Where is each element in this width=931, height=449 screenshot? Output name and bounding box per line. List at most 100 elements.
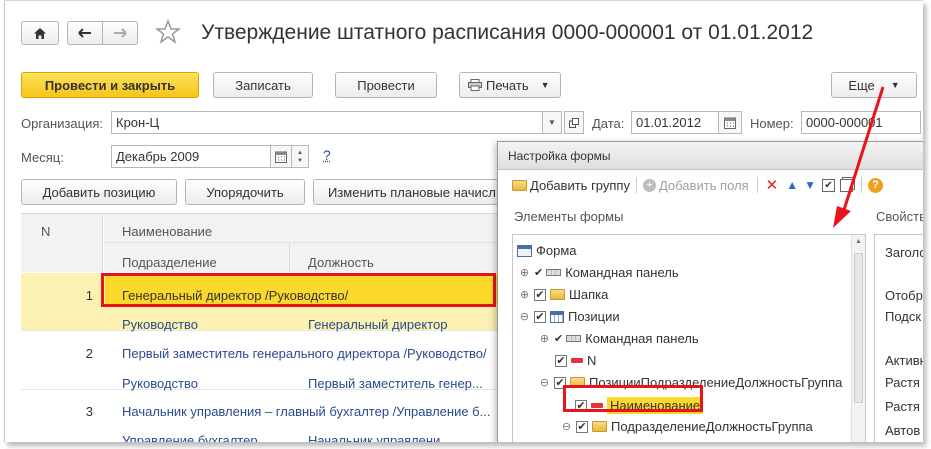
- collapse-minus-icon[interactable]: ⊖: [561, 420, 572, 433]
- scrollbar-thumb[interactable]: [854, 253, 863, 403]
- header-n-label: N: [41, 224, 51, 239]
- properties-label: Свойства: [876, 209, 923, 224]
- month-label: Месяц:: [21, 150, 64, 165]
- change-planned-label: Изменить плановые начисл: [328, 184, 496, 200]
- tree-item-command-bar[interactable]: ⊕ ✔ Командная панель: [519, 265, 679, 280]
- form-settings-window: Настройка формы Добавить группу + Добави…: [497, 141, 923, 442]
- save-button[interactable]: Записать: [213, 72, 313, 98]
- stepper-down-icon[interactable]: ▼: [297, 157, 303, 165]
- tree-item-n[interactable]: ✔ N: [555, 353, 596, 368]
- month-calendar-button[interactable]: [270, 145, 292, 168]
- post-and-close-button[interactable]: Провести и закрыть: [21, 72, 199, 98]
- add-position-button[interactable]: Добавить позицию: [21, 179, 177, 205]
- add-group-label: Добавить группу: [530, 177, 630, 193]
- help-link[interactable]: ?: [323, 147, 331, 163]
- back-button[interactable]: [67, 21, 103, 45]
- collapse-minus-icon[interactable]: ⊖: [519, 310, 530, 323]
- folder-add-icon: [512, 179, 527, 191]
- row-position: Первый заместитель генер...: [308, 376, 483, 391]
- highlight-callout: [101, 273, 496, 307]
- toolbar-separator: [861, 177, 863, 193]
- move-up-icon[interactable]: ▲: [786, 178, 798, 192]
- row-department: Руководство: [122, 317, 198, 332]
- scroll-up-icon[interactable]: ▲: [852, 238, 865, 245]
- tree-item-dept-position-subgroup[interactable]: ⊖ ✔ ПодразделениеДолжностьГруппа: [561, 419, 813, 434]
- home-icon: [34, 27, 46, 39]
- property-label: Активн: [885, 353, 923, 368]
- organization-label: Организация:: [21, 116, 104, 131]
- arrow-right-icon: [114, 28, 127, 38]
- row-number: 3: [85, 404, 93, 419]
- header-name[interactable]: Наименование: [104, 214, 504, 243]
- change-planned-button[interactable]: Изменить плановые начисл: [313, 179, 509, 205]
- row-name: Первый заместитель генерального директор…: [122, 346, 487, 361]
- tree-item-header[interactable]: ⊕ ✔ Шапка: [519, 287, 609, 302]
- tree-checkbox[interactable]: ✔: [534, 288, 546, 301]
- header-department[interactable]: Подразделение: [104, 243, 290, 272]
- tree-item-label: N: [587, 353, 597, 368]
- month-stepper[interactable]: ▲ ▼: [291, 145, 309, 168]
- expand-plus-icon[interactable]: ⊕: [519, 288, 530, 301]
- tree-checkbox[interactable]: ✔: [576, 420, 588, 433]
- favorite-star-icon[interactable]: [154, 18, 182, 48]
- tree-item-form[interactable]: Форма: [517, 243, 577, 258]
- tree-checkbox[interactable]: ✔: [555, 354, 567, 367]
- print-button[interactable]: Печать ▼: [459, 72, 561, 98]
- highlight-callout: [563, 385, 703, 412]
- stepper-up-icon[interactable]: ▲: [297, 149, 303, 157]
- tree-item-label: Форма: [536, 243, 577, 258]
- tree-checkbox[interactable]: ✔: [534, 310, 546, 323]
- add-fields-button[interactable]: + Добавить поля: [642, 177, 749, 193]
- property-label: Подск: [885, 309, 922, 324]
- tree-scrollbar[interactable]: ▲: [851, 235, 865, 442]
- folder-icon: [592, 421, 607, 432]
- organization-field[interactable]: Крон-Ц: [111, 111, 543, 134]
- forward-button[interactable]: [102, 21, 138, 45]
- row-number: 1: [85, 288, 93, 303]
- chevron-down-icon: ▼: [890, 80, 900, 90]
- property-label: Заголо: [885, 245, 923, 260]
- add-group-button[interactable]: Добавить группу: [512, 178, 630, 193]
- row-position: Генеральный директор: [308, 317, 448, 332]
- header-n[interactable]: N: [21, 214, 103, 272]
- home-button[interactable]: [21, 21, 59, 45]
- organization-dropdown-button[interactable]: ▼: [542, 111, 562, 134]
- folder-icon: [550, 289, 565, 300]
- copy-icon[interactable]: [840, 178, 854, 192]
- collapse-minus-icon[interactable]: ⊖: [539, 376, 550, 389]
- sort-button[interactable]: Упорядочить: [185, 179, 305, 205]
- month-field[interactable]: Декабрь 2009: [111, 145, 271, 168]
- help-icon[interactable]: ?: [868, 177, 884, 193]
- more-button[interactable]: Еще ▼: [831, 72, 917, 98]
- date-field[interactable]: 01.01.2012: [631, 111, 719, 134]
- calendar-icon: [275, 151, 287, 163]
- tree-item-label: Позиции: [568, 309, 620, 324]
- check-icon: ✔: [534, 267, 544, 279]
- more-button-label: Еще: [848, 77, 875, 93]
- delete-icon[interactable]: ✕: [766, 176, 779, 194]
- tree-item-label: Шапка: [569, 287, 609, 302]
- tree-item-positions-command-bar[interactable]: ⊕ ✔ Командная панель: [539, 331, 699, 346]
- tree-item-positions[interactable]: ⊖ ✔ Позиции: [519, 309, 620, 324]
- check-all-icon[interactable]: ✔: [822, 178, 836, 192]
- elements-label: Элементы формы: [514, 209, 624, 224]
- tree-item-label: ПодразделениеДолжностьГруппа: [611, 419, 813, 434]
- move-down-icon[interactable]: ▼: [804, 178, 816, 192]
- expand-plus-icon[interactable]: ⊕: [539, 332, 550, 345]
- settings-window-title: Настройка формы: [498, 142, 923, 170]
- header-position[interactable]: Должность: [290, 243, 504, 272]
- settings-toolbar: Добавить группу + Добавить поля ✕ ▲ ▼ ✔ …: [498, 170, 923, 200]
- expand-plus-icon[interactable]: ⊕: [519, 266, 530, 279]
- positions-table: N Наименование Подразделение Должность 1…: [21, 213, 504, 442]
- post-button[interactable]: Провести: [335, 72, 437, 98]
- toolbar-separator: [756, 177, 758, 193]
- number-field[interactable]: 0000-000001: [801, 111, 921, 134]
- tree-item-label: Командная панель: [565, 265, 679, 280]
- header-position-label: Должность: [308, 255, 374, 270]
- organization-open-button[interactable]: [564, 111, 584, 134]
- properties-panel: Заголо Отобр Подск Активн Растя Растя Ав…: [874, 234, 923, 442]
- toolbar-separator: [635, 177, 637, 193]
- add-fields-label: Добавить поля: [658, 177, 749, 193]
- tree-item-label: Командная панель: [585, 331, 699, 346]
- date-calendar-button[interactable]: [718, 111, 742, 134]
